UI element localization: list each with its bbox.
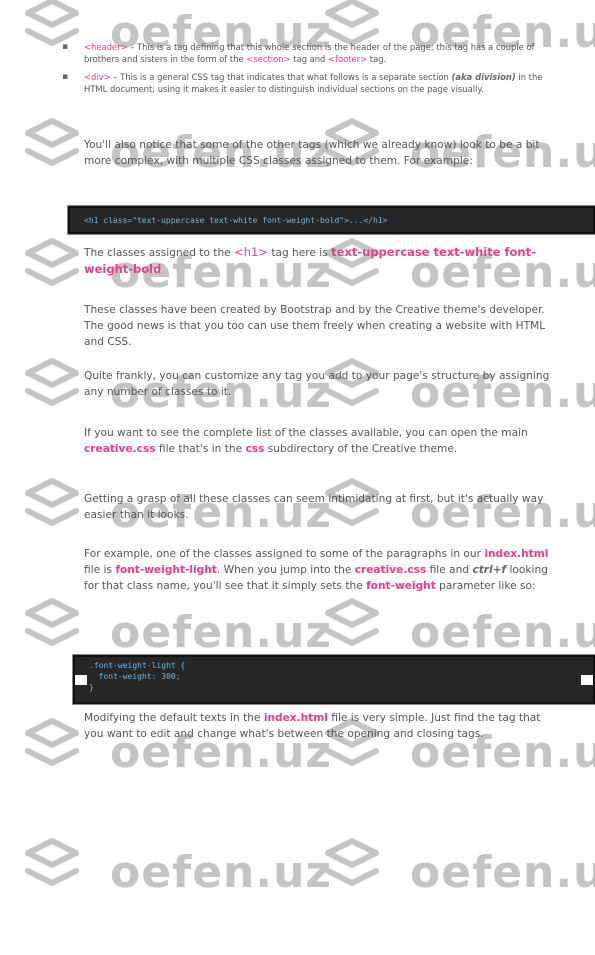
- paragraph-intro: You'll also notice that some of the othe…: [84, 139, 540, 168]
- watermark-text: oefen.uz: [110, 607, 333, 658]
- watermark-tile: oefen.uz: [322, 835, 595, 955]
- code-line: <h1 class="text-uppercase text-white fon…: [84, 216, 388, 225]
- inline-file-index-html: index.html: [484, 548, 549, 560]
- paragraph-grasp: Getting a grasp of all these classes can…: [84, 493, 544, 522]
- chevrons-logo-icon: [25, 598, 79, 646]
- watermark-tile: oefen.uz: [22, 835, 331, 955]
- chevrons-logo-icon: [25, 478, 79, 526]
- watermark-text: oefen.uz: [110, 847, 333, 898]
- tag-section: <section>: [246, 54, 291, 64]
- marker-left: [75, 675, 87, 685]
- bullet-header: ▪ <header> – This is a tag defining that…: [62, 42, 535, 64]
- chevrons-logo-icon: [25, 118, 79, 166]
- tag-footer: <footer>: [328, 54, 368, 64]
- aka-division: (aka division): [451, 72, 516, 82]
- code-line: font-weight: 300;: [89, 672, 181, 681]
- inline-class-font-weight-light: font-weight-light: [115, 564, 217, 577]
- inline-file-index-html: index.html: [263, 712, 328, 724]
- inline-dir-css: css: [245, 443, 265, 456]
- watermark-text: oefen.uz: [410, 847, 595, 898]
- paragraph-complete-list: If you want to see the complete list of …: [84, 427, 528, 456]
- inline-prop-font-weight: font-weight: [366, 580, 436, 593]
- chevrons-logo-icon: [25, 838, 79, 886]
- code-block-css: .font-weight-light { font-weight: 300; }: [72, 654, 595, 705]
- bullet-icon: ▪: [62, 42, 69, 52]
- paragraph-modify: Modifying the default texts in the index…: [84, 712, 541, 741]
- paragraph-classes: The classes assigned to the <h1> tag her…: [84, 245, 536, 277]
- chevrons-logo-icon: [25, 718, 79, 766]
- bullet-icon: ▪: [62, 72, 69, 82]
- chevrons-logo-icon: [25, 238, 79, 286]
- watermark-text: oefen.uz: [410, 607, 595, 658]
- inline-file-creative-css: creative.css: [354, 564, 427, 577]
- paragraph-bootstrap: These classes have been created by Boots…: [84, 304, 546, 349]
- paragraph-example: For example, one of the classes assigned…: [84, 548, 549, 593]
- code-block-h1: <h1 class="text-uppercase text-white fon…: [67, 205, 595, 235]
- chevrons-logo-icon: [325, 838, 379, 886]
- inline-tag-h1: <h1>: [234, 245, 268, 259]
- chevrons-logo-icon: [25, 358, 79, 406]
- code-line: }: [89, 683, 94, 692]
- chevrons-logo-icon: [325, 598, 379, 646]
- inline-file-creative-css: creative.css: [84, 443, 156, 456]
- code-line: .font-weight-light {: [89, 661, 186, 670]
- tag-bullet-list: ▪ <header> – This is a tag defining that…: [62, 41, 562, 101]
- inline-key-ctrl-f: ctrl+f: [472, 564, 507, 577]
- paragraph-frankly: Quite frankly, you can customize any tag…: [84, 370, 550, 399]
- bullet-div: ▪ <div> – This is a general CSS tag that…: [62, 72, 543, 94]
- marker-right: [581, 675, 593, 685]
- tag-div: <div>: [84, 72, 111, 82]
- tag-header: <header>: [84, 42, 128, 52]
